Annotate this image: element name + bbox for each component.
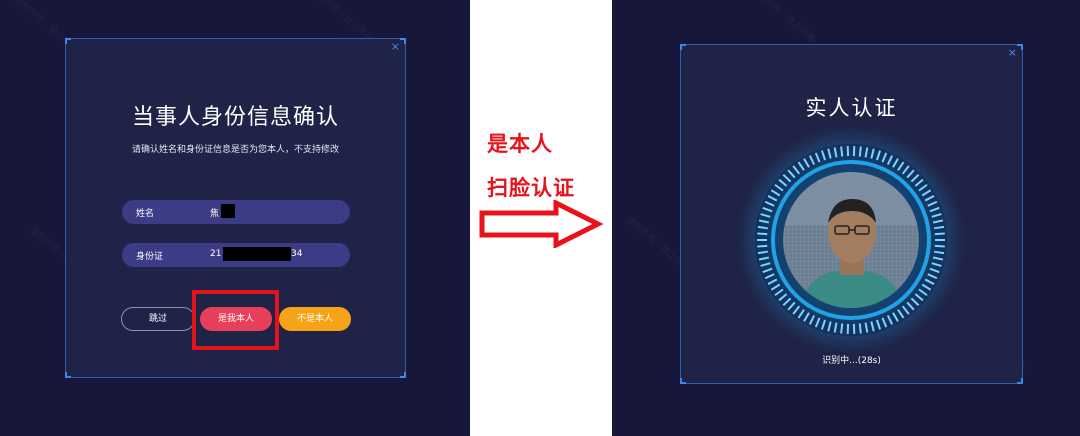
not-me-button[interactable]: 不是本人 <box>279 307 351 331</box>
scan-tick <box>840 146 844 157</box>
annotation-line-1: 是本人 <box>487 132 553 156</box>
redaction-mask <box>221 204 235 218</box>
close-icon[interactable]: × <box>391 41 400 52</box>
face-scan-ring <box>737 126 965 354</box>
right-arrow-icon <box>479 200 604 248</box>
name-row: 姓名 焦 <box>122 200 350 224</box>
highlight-box <box>192 290 279 350</box>
dialog-title: 实人认证 <box>805 96 898 120</box>
annotation-line-2: 扫脸认证 <box>487 176 575 200</box>
recognition-status: 识别中...(28s) <box>822 356 881 366</box>
dialog-title: 当事人身份信息确认 <box>131 105 339 130</box>
scan-tick <box>757 232 768 236</box>
close-icon[interactable]: × <box>1008 47 1017 58</box>
id-value-start: 21 <box>210 249 222 259</box>
name-label: 姓名 <box>136 209 155 219</box>
scan-tick <box>858 146 862 157</box>
dialog-subtitle: 请确认姓名和身份证信息是否为您本人，不支持修改 <box>131 145 339 155</box>
scan-tick <box>757 225 768 230</box>
left-screen: 请勿外传 · 禁止传播 请勿外传 · 禁止传播 请勿外传 · 禁止传播 请勿外传… <box>0 0 470 436</box>
scan-tick <box>840 323 844 334</box>
id-value-end: 34 <box>291 249 303 259</box>
scan-tick <box>858 323 862 334</box>
scan-tick <box>757 250 768 255</box>
scan-tick <box>934 225 945 230</box>
id-row: 身份证 21 34 <box>122 243 350 267</box>
face-verification-dialog: × 实人认证 识别中...(28s) <box>680 44 1023 384</box>
scan-tick <box>757 244 768 248</box>
right-screen: 请勿外传 · 禁止传播 请勿外传 · 禁止传播 请勿外传 · 禁止传播 请勿外传… <box>612 0 1080 436</box>
redaction-mask <box>223 247 291 261</box>
scan-tick <box>934 232 945 236</box>
stage: 请勿外传 · 禁止传播 请勿外传 · 禁止传播 请勿外传 · 禁止传播 请勿外传… <box>0 0 1080 436</box>
scan-tick <box>934 250 945 255</box>
scan-tick <box>934 244 945 248</box>
id-label: 身份证 <box>136 252 164 262</box>
skip-button[interactable]: 跳过 <box>121 307 195 331</box>
name-value: 焦 <box>210 209 220 219</box>
